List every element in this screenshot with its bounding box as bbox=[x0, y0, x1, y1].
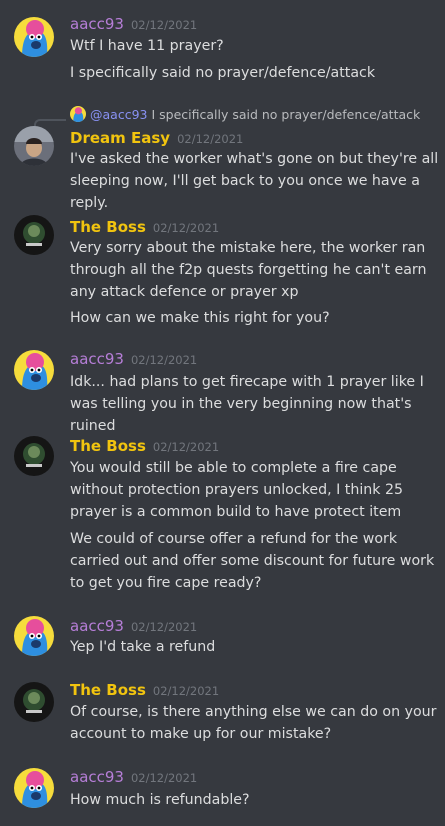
author-name[interactable]: The Boss bbox=[70, 681, 146, 699]
bird-avatar-icon[interactable] bbox=[14, 616, 54, 656]
message-text: How much is refundable? bbox=[70, 792, 250, 808]
message-text: Yep I'd take a refund bbox=[70, 639, 216, 655]
timestamp: 02/12/2021 bbox=[177, 132, 244, 146]
message-text: How can we make this right for you? bbox=[70, 310, 330, 326]
bird-avatar-icon[interactable] bbox=[14, 17, 54, 57]
timestamp: 02/12/2021 bbox=[152, 440, 220, 454]
timestamp: 02/12/2021 bbox=[130, 620, 198, 634]
bird-avatar-icon bbox=[70, 106, 86, 122]
message-text: I've asked the worker what's gone on but… bbox=[70, 151, 439, 211]
author-name[interactable]: aacc93 bbox=[70, 617, 124, 635]
boss-logo-avatar-icon[interactable] bbox=[14, 215, 54, 255]
reply-preview[interactable]: @aacc93 I specifically said no prayer/de… bbox=[70, 106, 420, 123]
boss-logo-avatar-icon[interactable] bbox=[14, 682, 54, 722]
message-text: Of course, is there anything else we can… bbox=[70, 704, 437, 742]
author-name[interactable]: aacc93 bbox=[70, 768, 124, 786]
timestamp: 02/12/2021 bbox=[130, 18, 198, 32]
reply-mention[interactable]: @aacc93 bbox=[90, 107, 147, 122]
message-text: Wtf I have 11 prayer? bbox=[70, 38, 224, 54]
bird-avatar-icon[interactable] bbox=[14, 768, 54, 808]
bird-avatar-icon[interactable] bbox=[14, 350, 54, 390]
author-name[interactable]: aacc93 bbox=[70, 15, 124, 33]
author-name[interactable]: Dream Easy bbox=[70, 129, 170, 147]
timestamp: 02/12/2021 bbox=[152, 684, 220, 698]
message-text: You would still be able to complete a fi… bbox=[70, 460, 404, 520]
reply-text: I specifically said no prayer/defence/at… bbox=[151, 107, 421, 122]
message-text: Very sorry about the mistake here, the w… bbox=[70, 240, 427, 300]
timestamp: 02/12/2021 bbox=[152, 221, 220, 235]
author-name[interactable]: aacc93 bbox=[70, 350, 124, 368]
photo-avatar-icon[interactable] bbox=[14, 126, 54, 166]
message-text: I specifically said no prayer/defence/at… bbox=[70, 65, 376, 81]
author-name[interactable]: The Boss bbox=[70, 218, 146, 236]
timestamp: 02/12/2021 bbox=[130, 771, 198, 785]
message-text: We could of course offer a refund for th… bbox=[70, 531, 435, 591]
timestamp: 02/12/2021 bbox=[130, 353, 198, 367]
author-name[interactable]: The Boss bbox=[70, 437, 146, 455]
message-text: Idk... had plans to get firecape with 1 … bbox=[70, 374, 424, 434]
boss-logo-avatar-icon[interactable] bbox=[14, 436, 54, 476]
chat-log: aacc93 02/12/2021 Wtf I have 11 prayer? I… bbox=[0, 0, 445, 826]
